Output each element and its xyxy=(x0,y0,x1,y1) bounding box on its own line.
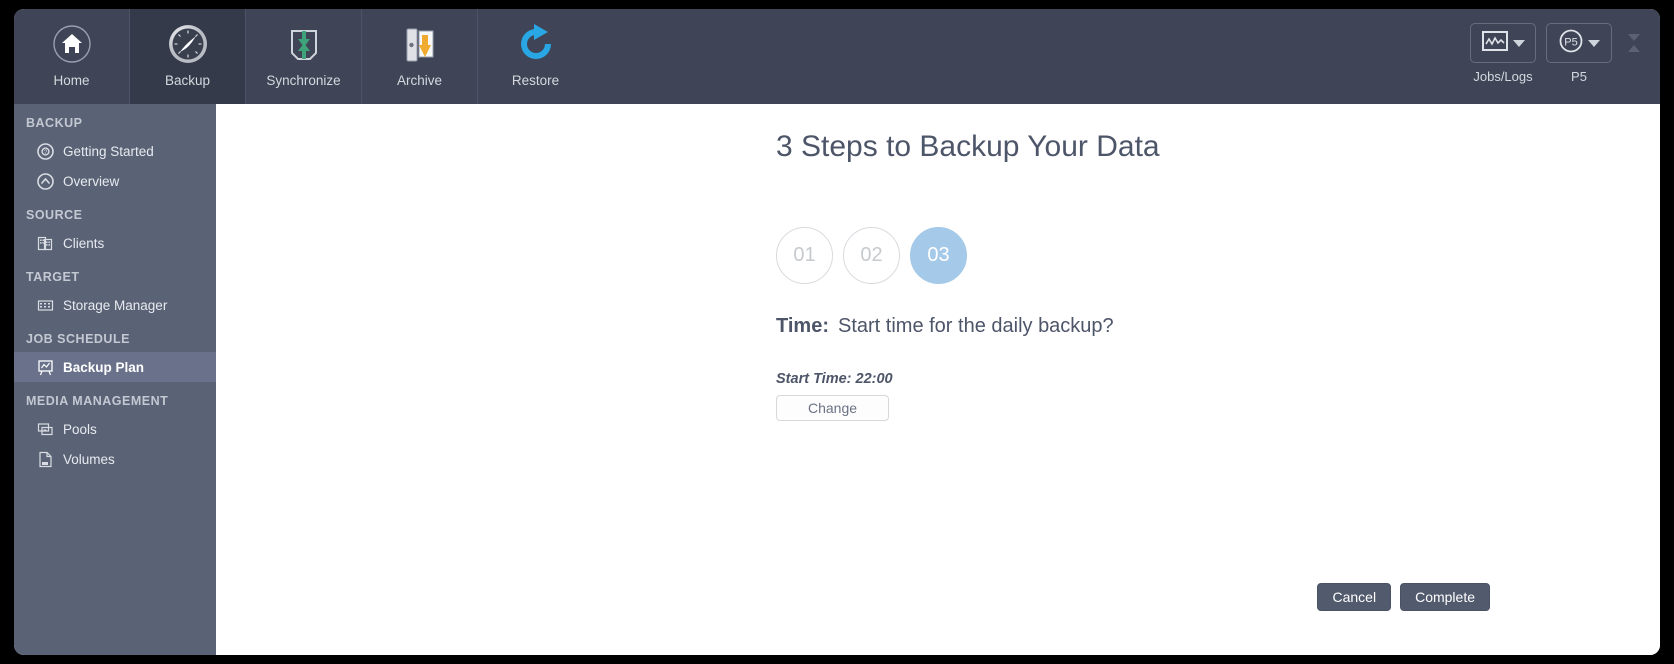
restore-icon xyxy=(514,21,558,67)
overview-icon xyxy=(36,172,54,190)
synchronize-icon xyxy=(283,21,325,67)
compass-icon xyxy=(167,21,209,67)
toolbar-right-group: Jobs/Logs P5 P5 xyxy=(1470,9,1660,104)
question-row: Time: Start time for the daily backup? xyxy=(776,315,1114,338)
clients-icon xyxy=(36,234,54,252)
question-label: Time: xyxy=(776,315,829,337)
sidebar-item-getting-started[interactable]: ? Getting Started xyxy=(14,136,216,166)
complete-button[interactable]: Complete xyxy=(1400,583,1490,611)
step-indicator: 01 02 03 xyxy=(776,227,967,284)
sidebar-group-job-schedule: JOB SCHEDULE xyxy=(26,332,130,346)
step-02[interactable]: 02 xyxy=(843,227,900,284)
chevron-up-icon xyxy=(1628,45,1640,52)
app-window: Home Backup Synchronize Archive Restore … xyxy=(14,9,1660,655)
sidebar-group-target: TARGET xyxy=(26,270,80,284)
sidebar-item-backup-plan[interactable]: Backup Plan xyxy=(14,352,216,382)
sidebar-item-clients[interactable]: Clients xyxy=(14,228,216,258)
toolbar-tab-label: Synchronize xyxy=(266,73,341,88)
sidebar-item-label: Storage Manager xyxy=(63,297,168,313)
sidebar-item-label: Overview xyxy=(63,173,120,189)
storage-manager-icon xyxy=(36,296,54,314)
p5-logo-icon: P5 xyxy=(1559,29,1583,58)
sidebar-item-label: Backup Plan xyxy=(63,359,145,375)
toolbar-tab-label: Restore xyxy=(511,73,560,88)
sidebar: BACKUP ? Getting Started Overview SOURCE xyxy=(14,104,216,655)
toolbar-tab-label: Home xyxy=(53,73,90,88)
toolbar-tab-backup[interactable]: Backup xyxy=(130,9,245,104)
step-03[interactable]: 03 xyxy=(910,227,967,284)
sidebar-item-pools[interactable]: Pools xyxy=(14,414,216,444)
archive-icon xyxy=(399,21,441,67)
pools-icon xyxy=(36,420,54,438)
jobs-logs-box[interactable] xyxy=(1470,23,1536,63)
toolbar-tab-home[interactable]: Home xyxy=(14,9,129,104)
sidebar-item-label: Getting Started xyxy=(63,143,154,159)
change-button[interactable]: Change xyxy=(776,395,889,421)
p5-box[interactable]: P5 xyxy=(1546,23,1612,63)
sidebar-item-label: Clients xyxy=(63,235,105,251)
question-text: Start time for the daily backup? xyxy=(837,315,1114,337)
volumes-icon xyxy=(36,450,54,468)
toolbar-tab-label: Backup xyxy=(164,73,211,88)
jobs-logs-button[interactable]: Jobs/Logs xyxy=(1470,23,1536,84)
sidebar-item-storage-manager[interactable]: Storage Manager xyxy=(14,290,216,320)
chevron-down-icon xyxy=(1628,34,1640,41)
chart-window-icon xyxy=(1481,30,1508,56)
content-area: 3 Steps to Backup Your Data 01 02 03 Tim… xyxy=(216,104,1660,655)
chevron-down-icon[interactable] xyxy=(1512,39,1525,47)
toolbar-tab-archive[interactable]: Archive xyxy=(362,9,477,104)
home-icon xyxy=(52,21,92,67)
toolbar-tab-synchronize[interactable]: Synchronize xyxy=(246,9,361,104)
sidebar-item-overview[interactable]: Overview xyxy=(14,166,216,196)
step-01[interactable]: 01 xyxy=(776,227,833,284)
toolbar-tab-label: Archive xyxy=(396,73,442,88)
sidebar-item-label: Volumes xyxy=(63,451,115,467)
p5-button[interactable]: P5 P5 xyxy=(1546,23,1612,84)
footer-actions: Cancel Complete xyxy=(1317,583,1490,611)
p5-label: P5 xyxy=(1571,69,1587,84)
jobs-logs-label: Jobs/Logs xyxy=(1473,69,1533,84)
sidebar-group-media-management: MEDIA MANAGEMENT xyxy=(26,394,169,408)
sidebar-item-label: Pools xyxy=(63,421,97,437)
lifering-icon: ? xyxy=(36,142,54,160)
toolbar-tab-restore[interactable]: Restore xyxy=(478,9,593,104)
toolbar-collapse-handle[interactable] xyxy=(1622,23,1646,63)
page-title: 3 Steps to Backup Your Data xyxy=(776,130,1160,163)
sidebar-item-volumes[interactable]: Volumes xyxy=(14,444,216,474)
svg-text:P5: P5 xyxy=(1564,36,1577,48)
sidebar-group-backup: BACKUP xyxy=(26,116,83,130)
chevron-down-icon[interactable] xyxy=(1587,39,1600,47)
main-toolbar: Home Backup Synchronize Archive Restore … xyxy=(14,9,1660,104)
sidebar-group-source: SOURCE xyxy=(26,208,83,222)
cancel-button[interactable]: Cancel xyxy=(1317,583,1392,611)
start-time-value: Start Time: 22:00 xyxy=(776,371,893,387)
backup-plan-icon xyxy=(36,358,54,376)
